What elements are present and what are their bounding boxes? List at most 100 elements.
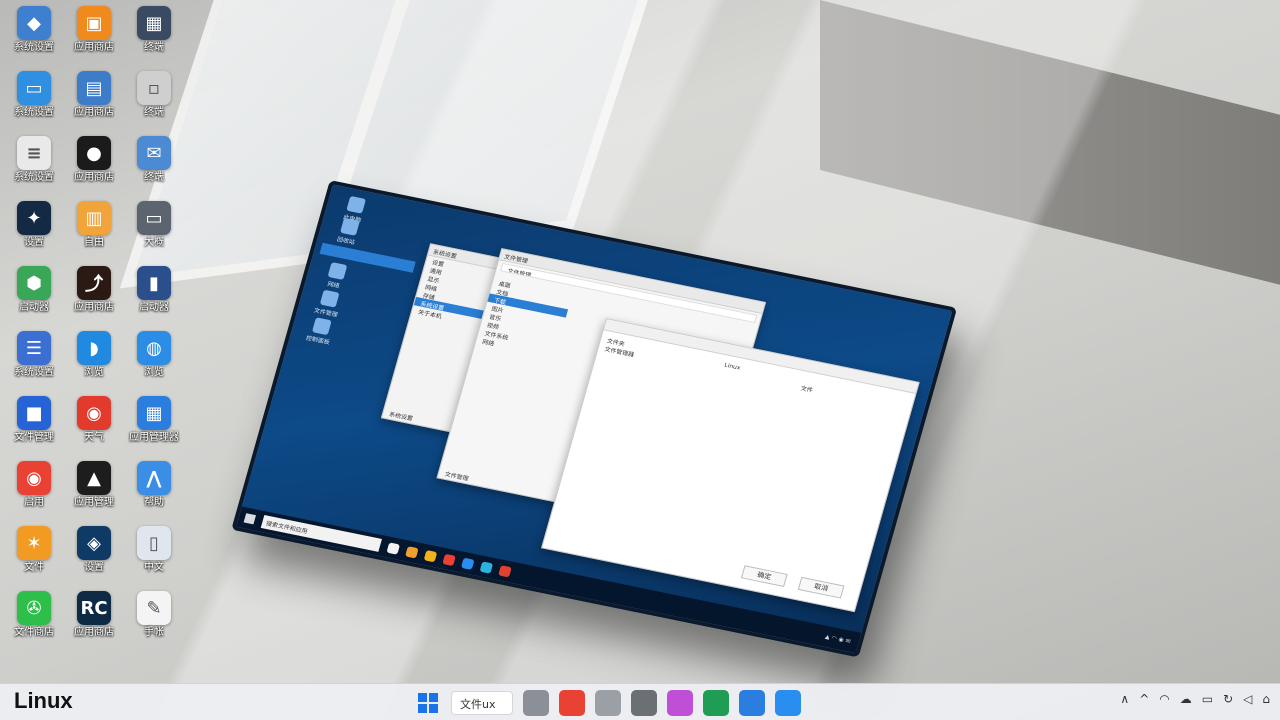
feather-icon: ⋀ [137,461,171,495]
desktop-icon-label: 终端 [144,107,164,118]
laptop-start-icon[interactable] [243,513,256,525]
desktop-icon-label: 系统设置 [14,172,54,183]
laptop-taskview-icon[interactable] [386,541,401,555]
cancel-button[interactable]: 取消 [797,576,845,599]
desktop-icon[interactable]: ◉ 天气 [64,394,124,456]
desktop-icon[interactable]: ▦ 终端 [124,4,184,66]
desktop-icon-label: 帮助 [144,497,164,508]
desktop-icon[interactable]: ◗ 浏览 [64,329,124,391]
desktop-icon[interactable]: ▤ 应用商店 [64,69,124,131]
desktop-icon[interactable]: ▥ 自由 [64,199,124,261]
settings-footer: 系统设置 [388,411,414,423]
color-apps-icon[interactable] [667,690,693,716]
security-shield-icon: ✦ [17,201,51,235]
laptop-browser-icon[interactable] [423,549,438,562]
desktop-icon[interactable]: ◉ 启用 [4,459,64,521]
desktop-icon-label: 启动器 [19,302,49,313]
desktop-icon-label: 浏览 [84,367,104,378]
desktop-icon[interactable]: ■ 文件管理 [4,394,64,456]
laptop-search-box[interactable]: 搜索文件和应用 [260,514,382,552]
files-taskbar-icon[interactable] [595,690,621,716]
desktop-icon-label: 应用商店 [74,107,114,118]
desktop-icon-label: 设置 [84,562,104,573]
desktop-icon-label: 终端 [144,172,164,183]
desktop-icon[interactable]: ⤴ 应用商店 [64,264,124,326]
laptop-chrome-icon[interactable] [442,553,457,566]
ok-button[interactable]: 确定 [740,565,788,587]
desktop-icon[interactable]: ● 应用商店 [64,134,124,196]
desktop-icon-label: 天气 [84,432,104,443]
desktop-icon-label: 系统设置 [14,107,54,118]
desktop-icon-label: 应用管理 [74,497,114,508]
desktop-icon[interactable]: RC 应用商店 [64,589,124,651]
chevron-up-icon[interactable]: ∧ [1120,692,1129,706]
desktop-icon[interactable]: ▲ 应用管理 [64,459,124,521]
desktop-icon-label: 文件 [24,562,44,573]
desktop-icon[interactable]: ✇ 文件商店 [4,589,64,651]
laptop-edge-icon[interactable] [461,557,475,570]
up-arrow-icon[interactable]: ^ [1139,692,1149,706]
desktop-icon[interactable]: ▣ 应用商店 [64,4,124,66]
desktop-icon[interactable]: ✎ 手帐 [124,589,184,651]
building-icon: ▮ [137,266,171,300]
dialog-file-row[interactable]: 文件夹 [600,334,914,406]
laptop-store-icon[interactable] [479,560,494,574]
network-tray-icon[interactable]: ⌂ [1262,692,1270,706]
camera-taskbar-icon[interactable] [631,690,657,716]
desktop-icon-label: 应用商店 [74,302,114,313]
desktop-icon[interactable]: ▭ 大概 [124,199,184,261]
desktop-icon-label: 大概 [144,237,164,248]
laptop-desktop-icon[interactable]: 控制面板 [297,315,343,348]
store-bag-icon: ▣ [77,6,111,40]
folder-gray-icon[interactable] [523,690,549,716]
taskbar-apps: 文件ux [415,689,801,717]
blank-file-icon: ▫ [137,71,171,105]
store-window-icon: ▤ [77,71,111,105]
browser-icon: ◍ [137,331,171,365]
desktop-icon-label: 系统设置 [14,42,54,53]
weibo-icon: ◉ [77,396,111,430]
background-wall [820,0,1280,285]
desktop-icon[interactable]: ≡ 系统设置 [4,134,64,196]
laptop-desktop-icon[interactable]: 文件管理 [305,287,351,320]
desktop-icon[interactable]: ◆ 系统设置 [4,4,64,66]
desktop-icon[interactable]: ▯ 中文 [124,524,184,586]
excel-icon[interactable] [703,690,729,716]
laptop-tray: ▲ ◠ ◉ ✉ [824,633,852,645]
desktop-icon[interactable]: ⬢ 启动器 [4,264,64,326]
desktop-icon[interactable]: ◍ 浏览 [124,329,184,391]
laptop-app-icon[interactable] [498,564,512,578]
desktop-icon[interactable]: ⋀ 帮助 [124,459,184,521]
pinwheel-icon: ✶ [17,526,51,560]
desktop-icon[interactable]: ▦ 应用管理器 [124,394,184,456]
chrome-taskbar-icon[interactable] [559,690,585,716]
taskbar-search[interactable]: 文件ux [451,691,513,715]
desktop-icon[interactable]: ✶ 文件 [4,524,64,586]
settings-taskbar-icon[interactable] [739,690,765,716]
desktop-icon[interactable]: ✦ 设置 [4,199,64,261]
desktop-icon[interactable]: ▮ 启动器 [124,264,184,326]
rc-icon: RC [77,591,111,625]
desktop-icon-label: 设置 [24,237,44,248]
system-tray: ∧ ^ ◠ ☁ ▭ ↻ ◁ ⌂ [1120,692,1270,706]
start-icon[interactable] [415,690,441,716]
paint-icon: ✎ [137,591,171,625]
laptop-folder-icon[interactable] [405,545,419,559]
desktop-icon[interactable]: ◈ 设置 [64,524,124,586]
store-taskbar-icon[interactable] [775,690,801,716]
laptop-desktop-icon[interactable]: 网络 [313,260,359,293]
desktop-icon[interactable]: ☰ 系统设置 [4,329,64,391]
desktop-icon[interactable]: ▭ 系统设置 [4,69,64,131]
file-dialog[interactable]: 文件夹 文件管理器 Linux 文件 确定 取消 [541,318,920,613]
notebook-icon: ▥ [77,201,111,235]
desktop-icon[interactable]: ✉ 终端 [124,134,184,196]
sync-icon[interactable]: ↻ [1223,692,1233,706]
desktop-icon[interactable]: ▫ 终端 [124,69,184,131]
book-icon: ▯ [137,526,171,560]
desktop-icon-label: 启动器 [139,302,169,313]
cloud-icon[interactable]: ☁ [1180,692,1192,706]
battery-icon[interactable]: ▭ [1202,692,1213,706]
wifi-icon[interactable]: ◠ [1159,692,1169,706]
red-chart-icon: ▲ [77,461,111,495]
volume-icon[interactable]: ◁ [1243,692,1252,706]
